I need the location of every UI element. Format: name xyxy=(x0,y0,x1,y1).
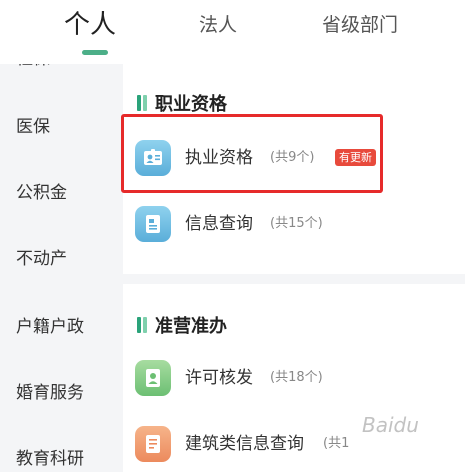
sidebar-item-education-research[interactable]: 教育科研 xyxy=(16,444,84,469)
service-item-count: (共1 xyxy=(323,436,350,451)
service-item-label: 建筑类信息查询 xyxy=(185,434,304,454)
service-item-count: (共18个) xyxy=(270,370,323,385)
license-icon xyxy=(135,360,171,396)
section-marker-icon xyxy=(137,317,149,333)
highlight-box xyxy=(121,114,383,193)
tab-legal-person[interactable]: 法人 xyxy=(199,8,237,42)
section-title-business-permits: 准营准办 xyxy=(137,314,227,340)
sidebar-item-social-security[interactable]: 社保 xyxy=(16,64,50,69)
service-item-count: (共15个) xyxy=(270,216,323,231)
document-icon xyxy=(135,206,171,242)
section-divider xyxy=(123,274,465,284)
building-doc-icon xyxy=(135,426,171,462)
section-title-text: 准营准办 xyxy=(155,316,227,337)
top-tab-bar: 个人 法人 省级部门 xyxy=(0,0,465,64)
section-title-text: 职业资格 xyxy=(155,94,227,115)
category-sidebar: 社保 医保 公积金 不动产 户籍户政 婚育服务 教育科研 xyxy=(0,64,123,472)
active-tab-indicator xyxy=(82,50,108,55)
tab-provincial-departments[interactable]: 省级部门 xyxy=(322,8,398,42)
service-item-label: 许可核发 xyxy=(185,368,253,388)
sidebar-item-household-registration[interactable]: 户籍户政 xyxy=(16,312,84,337)
sidebar-item-marriage-childbirth[interactable]: 婚育服务 xyxy=(16,378,84,403)
watermark: Baidu xyxy=(362,413,419,437)
sidebar-item-real-estate[interactable]: 不动产 xyxy=(16,244,67,269)
sidebar-item-medical-insurance[interactable]: 医保 xyxy=(16,112,50,137)
section-marker-icon xyxy=(137,95,149,111)
service-item-label: 信息查询 xyxy=(185,214,253,234)
sidebar-item-housing-fund[interactable]: 公积金 xyxy=(16,178,67,203)
tab-personal[interactable]: 个人 xyxy=(64,8,116,42)
